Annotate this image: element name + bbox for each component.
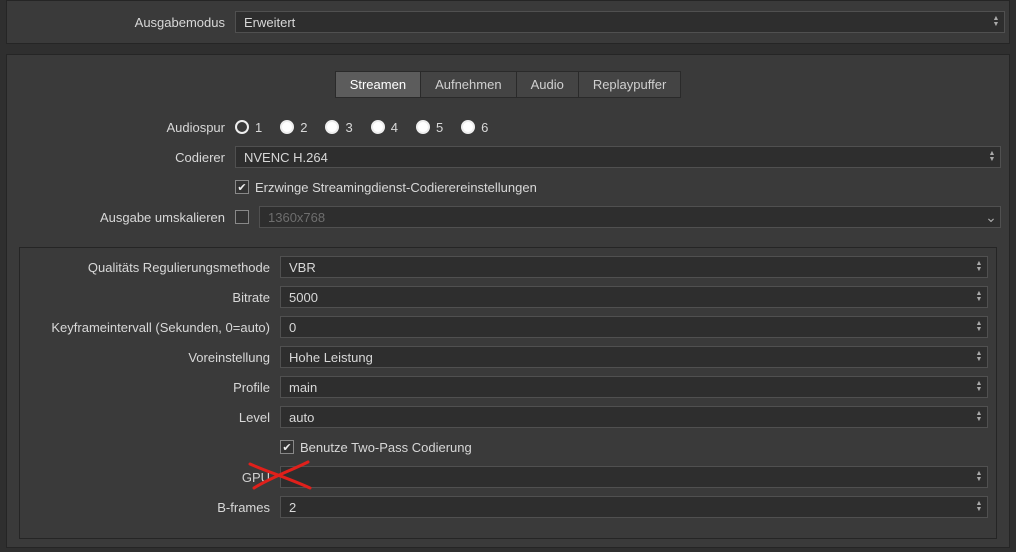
bitrate-value: 5000 [281, 290, 971, 305]
updown-icon [971, 351, 987, 363]
updown-icon [984, 151, 1000, 163]
tab-recording[interactable]: Aufnehmen [421, 71, 517, 98]
encoder-settings-panel: Qualitäts Regulierungsmethode VBR Bitrat… [19, 247, 997, 539]
settings-window: Ausgabemodus Erweitert Streamen Aufnehme… [0, 0, 1016, 552]
output-mode-value: Erweitert [236, 15, 988, 30]
audiotrack-3[interactable]: 3 [325, 120, 352, 135]
rescale-checkbox[interactable] [235, 210, 249, 224]
preset-select[interactable]: Hohe Leistung [280, 346, 988, 368]
audiotrack-6[interactable]: 6 [461, 120, 488, 135]
bframes-label: B-frames [20, 500, 280, 515]
enforce-row: Erzwinge Streamingdienst-Codierereinstel… [7, 172, 1009, 202]
profile-row: Profile main [20, 372, 996, 402]
updown-icon [971, 381, 987, 393]
level-select[interactable]: auto [280, 406, 988, 428]
keyint-input[interactable]: 0 [280, 316, 988, 338]
updown-icon [971, 261, 987, 273]
check-icon [280, 440, 294, 454]
audiotrack-radios: 1 2 3 4 5 6 [235, 120, 488, 135]
gpu-input[interactable] [280, 466, 988, 488]
encoder-row: Codierer NVENC H.264 [7, 142, 1009, 172]
preset-row: Voreinstellung Hohe Leistung [20, 342, 996, 372]
gpu-row: GPU [20, 462, 996, 492]
rescale-row: Ausgabe umskalieren 1360x768 [7, 202, 1009, 232]
audiotrack-2[interactable]: 2 [280, 120, 307, 135]
profile-label: Profile [20, 380, 280, 395]
twopass-row: Benutze Two-Pass Codierung [20, 432, 996, 462]
level-label: Level [20, 410, 280, 425]
encoder-label: Codierer [7, 150, 235, 165]
updown-icon [971, 501, 987, 513]
ratectrl-select[interactable]: VBR [280, 256, 988, 278]
bframes-input[interactable]: 2 [280, 496, 988, 518]
keyint-row: Keyframeintervall (Sekunden, 0=auto) 0 [20, 312, 996, 342]
preset-label: Voreinstellung [20, 350, 280, 365]
tab-audio[interactable]: Audio [517, 71, 579, 98]
encoder-select[interactable]: NVENC H.264 [235, 146, 1001, 168]
rescale-select[interactable]: 1360x768 [259, 206, 1001, 228]
audiotrack-label: Audiospur [7, 120, 235, 135]
ratectrl-row: Qualitäts Regulierungsmethode VBR [20, 252, 996, 282]
profile-select[interactable]: main [280, 376, 988, 398]
output-mode-select[interactable]: Erweitert [235, 11, 1005, 33]
output-main-panel: Streamen Aufnehmen Audio Replaypuffer Au… [6, 54, 1010, 548]
audiotrack-4[interactable]: 4 [371, 120, 398, 135]
updown-icon [971, 411, 987, 423]
bframes-value: 2 [281, 500, 971, 515]
tab-streaming[interactable]: Streamen [335, 71, 421, 98]
output-mode-label: Ausgabemodus [7, 15, 235, 30]
bitrate-row: Bitrate 5000 [20, 282, 996, 312]
rescale-value: 1360x768 [260, 210, 982, 225]
level-value: auto [281, 410, 971, 425]
enforce-label: Erzwinge Streamingdienst-Codierereinstel… [255, 180, 537, 195]
level-row: Level auto [20, 402, 996, 432]
updown-icon [971, 291, 987, 303]
gpu-label: GPU [20, 470, 280, 485]
bitrate-input[interactable]: 5000 [280, 286, 988, 308]
keyint-label: Keyframeintervall (Sekunden, 0=auto) [20, 320, 280, 335]
twopass-label: Benutze Two-Pass Codierung [300, 440, 472, 455]
rescale-label: Ausgabe umskalieren [7, 210, 235, 225]
ratectrl-value: VBR [281, 260, 971, 275]
twopass-checkbox[interactable]: Benutze Two-Pass Codierung [280, 440, 472, 455]
bitrate-label: Bitrate [20, 290, 280, 305]
enforce-checkbox[interactable]: Erzwinge Streamingdienst-Codierereinstel… [235, 180, 537, 195]
audiotrack-1[interactable]: 1 [235, 120, 262, 135]
output-tabs: Streamen Aufnehmen Audio Replaypuffer [7, 71, 1009, 98]
ratectrl-label: Qualitäts Regulierungsmethode [20, 260, 280, 275]
bframes-row: B-frames 2 [20, 492, 996, 522]
tab-replaybuffer[interactable]: Replaypuffer [579, 71, 681, 98]
keyint-value: 0 [281, 320, 971, 335]
output-mode-panel: Ausgabemodus Erweitert [6, 0, 1010, 44]
encoder-value: NVENC H.264 [236, 150, 984, 165]
updown-icon [988, 16, 1004, 28]
profile-value: main [281, 380, 971, 395]
updown-icon [971, 321, 987, 333]
check-icon [235, 180, 249, 194]
chevron-down-icon [982, 212, 1000, 222]
updown-icon [971, 471, 987, 483]
audiotrack-row: Audiospur 1 2 3 4 5 6 [7, 112, 1009, 142]
preset-value: Hohe Leistung [281, 350, 971, 365]
audiotrack-5[interactable]: 5 [416, 120, 443, 135]
